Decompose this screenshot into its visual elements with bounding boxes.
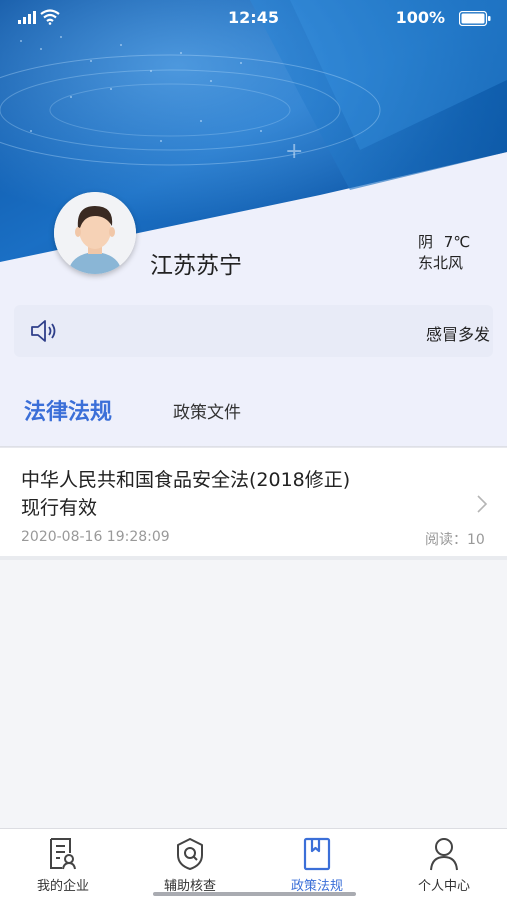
weather-info: 阴 7℃ 东北风: [418, 232, 470, 274]
battery-icon: [459, 11, 491, 26]
wind-direction: 东北风: [418, 254, 464, 272]
status-bar: 12:45 100%: [0, 0, 507, 36]
list-item-date: 2020-08-16 19:28:09: [21, 529, 170, 545]
home-indicator: [153, 892, 356, 896]
temperature: 7℃: [443, 233, 471, 251]
person-icon: [430, 838, 458, 871]
nav-assist-check[interactable]: 辅助核查: [127, 829, 253, 900]
chevron-right-icon[interactable]: [476, 494, 488, 514]
nav-label: 我的企业: [36, 879, 89, 894]
book-icon: [303, 837, 331, 871]
notice-text: 感冒多发: [426, 325, 491, 344]
list-item-title[interactable]: 中华人民共和国食品安全法(2018修正)现行有效: [21, 466, 351, 522]
location-name: 江苏苏宁: [150, 253, 242, 279]
notice-bar[interactable]: 感冒多发: [14, 305, 493, 357]
avatar[interactable]: [54, 192, 136, 274]
nav-my-enterprise[interactable]: 我的企业: [0, 829, 126, 900]
shield-check-icon: [177, 838, 203, 870]
tab-policy-documents[interactable]: 政策文件: [173, 398, 241, 423]
enterprise-icon: [50, 838, 76, 870]
weather-condition: 阴: [418, 233, 434, 251]
weather-line: 阴 7℃: [418, 232, 470, 253]
battery-percent: 100%: [395, 8, 445, 27]
nav-personal-center[interactable]: 个人中心: [381, 829, 507, 900]
speaker-icon: [31, 320, 56, 342]
app-screen: + 12:45 100% 江苏苏宁 阴 7℃ 东北风 感冒多发 法律法规 政策文…: [0, 0, 507, 900]
nav-policy-regulations[interactable]: 政策法规: [254, 829, 380, 900]
svg-text:+: +: [285, 139, 303, 164]
user-avatar-icon: [54, 192, 136, 274]
nav-label: 个人中心: [417, 879, 470, 894]
bottom-nav: 我的企业 辅助核查 政策法规 个人中心: [0, 828, 507, 900]
list-item-reads: 阅读：10: [425, 532, 485, 548]
tab-laws[interactable]: 法律法规: [24, 394, 112, 426]
